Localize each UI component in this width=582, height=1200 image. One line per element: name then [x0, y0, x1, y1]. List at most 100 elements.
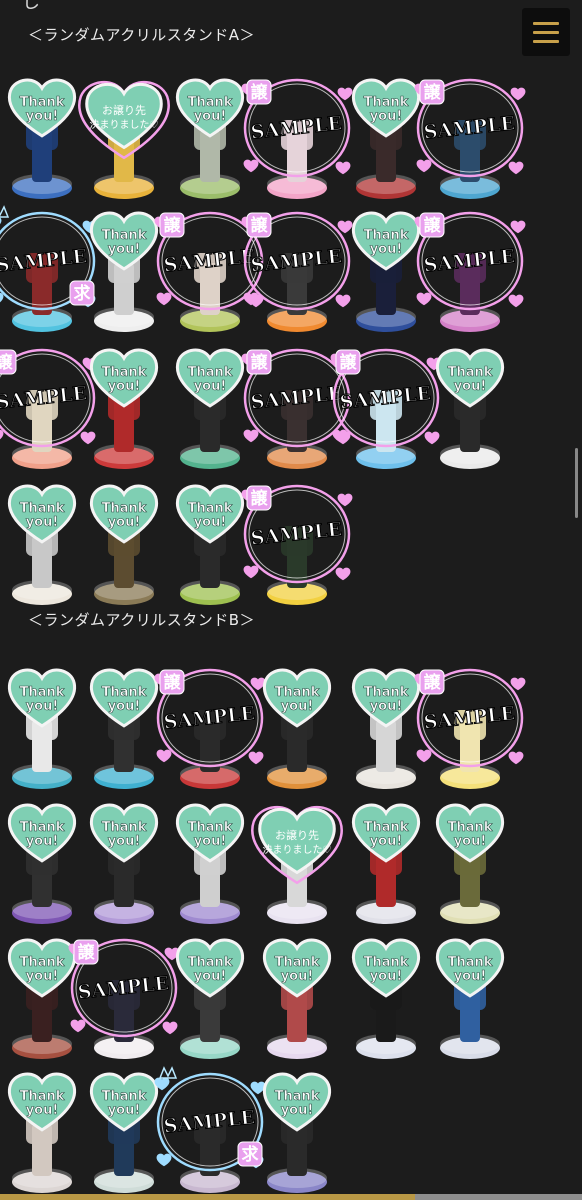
acrylic-stand-item[interactable]: Thank you! [2, 70, 82, 206]
stand-graphic: SAMPLE譲 [154, 211, 266, 332]
thank-you-text: you! [194, 515, 227, 530]
acrylic-stand-item[interactable]: Thank you! [84, 476, 164, 612]
small-heart-icon [0, 429, 4, 440]
thank-you-text: Thank [102, 1089, 147, 1104]
stand-graphic: SAMPLE譲 [68, 938, 180, 1059]
stand-graphic: Thankyou! [89, 668, 159, 789]
thank-you-text: you! [26, 515, 59, 530]
acrylic-stand-item[interactable]: Thank you! [346, 203, 426, 339]
acrylic-stand-item[interactable]: Thank you! [257, 1064, 337, 1200]
acrylic-stand-item[interactable]: Thank you! [346, 795, 426, 931]
acrylic-stand-item[interactable]: SAMPLE 求 [0, 203, 98, 339]
decided-text: お譲り先 [102, 103, 146, 117]
acrylic-stand-item[interactable]: Thank you! [430, 795, 510, 931]
stand-graphic: Thankyou! [89, 211, 159, 332]
stand-graphic: Thankyou! [262, 668, 332, 789]
thank-you-text: Thank [102, 820, 147, 835]
acrylic-stand-item[interactable]: SAMPLE 譲 [414, 203, 526, 339]
acrylic-stand-item[interactable]: Thank you! [84, 795, 164, 931]
thank-you-text: Thank [448, 365, 493, 380]
thank-you-text: Thank [448, 820, 493, 835]
stand-graphic: SAMPLE譲 [0, 348, 98, 469]
scrollbar-thumb[interactable] [575, 448, 578, 518]
acrylic-stand-item[interactable]: SAMPLE 譲 [330, 340, 442, 476]
small-heart-icon [510, 220, 526, 234]
acrylic-stand-item[interactable]: Thank you! [84, 203, 164, 339]
acrylic-stand-item[interactable]: SAMPLE 譲 [241, 203, 353, 339]
thank-you-text: Thank [275, 955, 320, 970]
acrylic-stand-item[interactable]: Thank you! [170, 476, 250, 612]
stand-graphic: Thankyou! [175, 78, 245, 199]
acrylic-stand-item[interactable]: Thank you! [84, 340, 164, 476]
acrylic-stand-item[interactable]: Thank you! [346, 930, 426, 1066]
badge-text: 譲 [164, 215, 182, 236]
thank-you-text: you! [108, 242, 141, 257]
acrylic-stand-item[interactable]: SAMPLE 譲 [241, 476, 353, 612]
thank-you-text: Thank [275, 685, 320, 700]
thank-you-text: Thank [20, 820, 65, 835]
acrylic-stand-item[interactable]: Thank you! [170, 930, 250, 1066]
acrylic-stand-item[interactable]: Thank you! [2, 1064, 82, 1200]
stand-graphic: Thankyou! [175, 484, 245, 605]
acrylic-stand-item[interactable]: SAMPLE 譲 [154, 203, 266, 339]
thank-you-text: you! [370, 969, 403, 984]
stand-graphic: SAMPLE譲 [241, 211, 353, 332]
thank-you-text: Thank [102, 228, 147, 243]
acrylic-stand-item[interactable]: SAMPLE 求 [154, 1064, 266, 1200]
acrylic-stand-item[interactable]: Thank you! [2, 660, 82, 796]
acrylic-stand-item[interactable]: SAMPLE 譲 [241, 340, 353, 476]
thank-you-text: Thank [364, 955, 409, 970]
acrylic-stand-item[interactable]: Thank you! [257, 930, 337, 1066]
hamburger-menu-button[interactable] [522, 8, 570, 56]
thank-you-text: you! [26, 969, 59, 984]
acrylic-stand-item[interactable]: Thank you! [84, 660, 164, 796]
stand-graphic: Thankyou! [175, 938, 245, 1059]
acrylic-stand-item[interactable]: Thank you! [257, 660, 337, 796]
acrylic-stand-item[interactable]: Thank you! [84, 1064, 164, 1200]
acrylic-stand-item[interactable]: SAMPLE 譲 [154, 660, 266, 796]
sample-watermark: SAMPLE [250, 518, 343, 549]
acrylic-stand-item[interactable]: お譲り先 決まりました♡ [251, 795, 343, 931]
acrylic-stand-item[interactable]: SAMPLE 譲 [68, 930, 180, 1066]
acrylic-stand-item[interactable]: Thank you! [346, 70, 426, 206]
acrylic-stand-item[interactable]: SAMPLE 譲 [241, 70, 353, 206]
badge-text: 譲 [164, 672, 182, 693]
thank-you-text: Thank [448, 955, 493, 970]
menu-bar [533, 22, 559, 25]
thank-you-text: you! [108, 699, 141, 714]
acrylic-stand-item[interactable]: SAMPLE 譲 [414, 70, 526, 206]
acrylic-stand-item[interactable]: SAMPLE 譲 [0, 340, 98, 476]
acrylic-stand-item[interactable]: Thank you! [170, 70, 250, 206]
stand-graphic: SAMPLE譲 [154, 668, 266, 789]
stand-graphic: Thankyou! [7, 78, 77, 199]
small-heart-icon [510, 87, 526, 101]
top-fragment: し [22, 0, 40, 13]
thank-you-text: Thank [364, 228, 409, 243]
small-heart-icon [0, 292, 4, 303]
small-heart-icon [508, 294, 524, 308]
acrylic-stand-item[interactable]: SAMPLE 譲 [414, 660, 526, 796]
acrylic-stand-item[interactable]: Thank you! [2, 795, 82, 931]
acrylic-stand-item[interactable]: Thank you! [170, 340, 250, 476]
acrylic-stand-item[interactable]: お譲り先 決まりました♡ [78, 70, 170, 206]
small-heart-icon [510, 677, 526, 691]
acrylic-stand-item[interactable]: Thank you! [2, 476, 82, 612]
thank-you-text: Thank [364, 685, 409, 700]
badge-text: 譲 [424, 672, 442, 693]
sample-watermark: SAMPLE [250, 112, 343, 143]
thank-you-text: you! [26, 1103, 59, 1118]
stand-graphic: Thankyou! [89, 803, 159, 924]
section-title-b: ＜ランダムアクリルスタンドB＞ [28, 611, 256, 629]
acrylic-stand-item[interactable]: Thank you! [430, 340, 510, 476]
thank-you-text: you! [370, 242, 403, 257]
badge-text: 譲 [251, 215, 269, 236]
acrylic-stand-item[interactable]: Thank you! [346, 660, 426, 796]
badge-text: 譲 [251, 488, 269, 509]
progress-bar-gray [415, 1194, 582, 1200]
acrylic-stand-item[interactable]: Thank you! [170, 795, 250, 931]
thank-you-text: you! [370, 834, 403, 849]
stand-graphic: Thankyou! [7, 1072, 77, 1193]
thank-you-text: you! [454, 379, 487, 394]
acrylic-stand-item[interactable]: Thank you! [430, 930, 510, 1066]
thank-you-text: Thank [102, 365, 147, 380]
